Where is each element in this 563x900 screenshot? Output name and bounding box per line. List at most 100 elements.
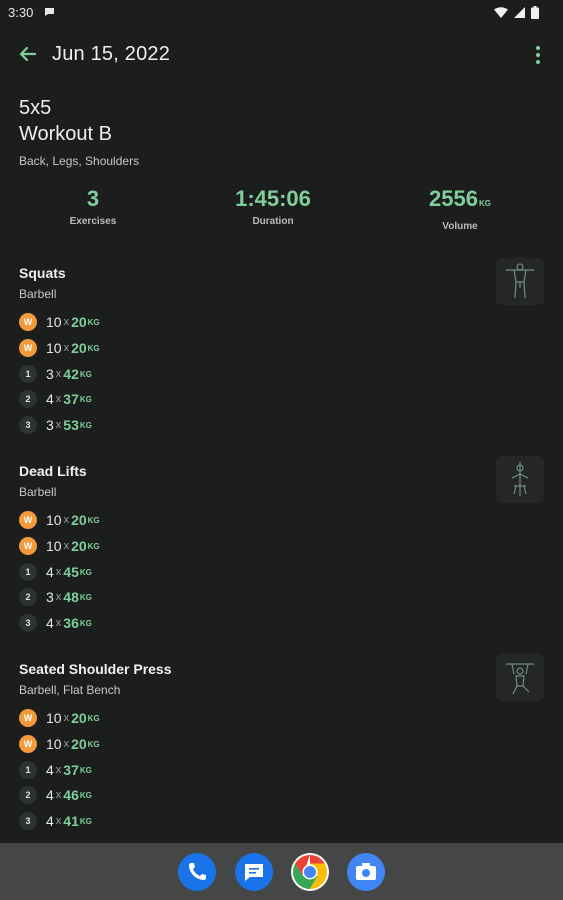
set-row: 2 3 x 48 KG — [19, 587, 92, 607]
set-reps: 10 — [46, 538, 62, 554]
set-reps: 10 — [46, 710, 62, 726]
set-reps: 10 — [46, 314, 62, 330]
weight-unit: KG — [79, 816, 92, 826]
set-reps: 3 — [46, 417, 54, 433]
squat-figure-icon — [506, 263, 534, 299]
times-sign: x — [55, 591, 62, 603]
times-sign: x — [55, 815, 62, 827]
weight-unit: KG — [79, 765, 92, 775]
weight-unit: KG — [87, 713, 100, 723]
times-sign: x — [55, 617, 62, 629]
set-reps: 10 — [46, 340, 62, 356]
set-number-badge: 2 — [19, 786, 37, 804]
weight-unit: KG — [87, 343, 100, 353]
set-reps: 10 — [46, 512, 62, 528]
set-number-badge: 1 — [19, 563, 37, 581]
stat-duration: 1:45:06 Duration — [198, 186, 348, 227]
weight-unit: KG — [87, 317, 100, 327]
weight-unit: KG — [79, 618, 92, 628]
set-reps: 3 — [46, 589, 54, 605]
weight-unit: KG — [79, 567, 92, 577]
stat-volume-unit: KG — [478, 199, 491, 208]
set-row: 2 4 x 46 KG — [19, 785, 92, 805]
times-sign: x — [55, 789, 62, 801]
weight-unit: KG — [87, 515, 100, 525]
set-weight: 20 — [71, 340, 87, 356]
set-weight: 37 — [63, 762, 79, 778]
set-row: W 10 x 20 KG — [19, 312, 100, 332]
exercise-name: Seated Shoulder Press — [19, 661, 172, 677]
stat-exercises: 3 Exercises — [18, 186, 168, 227]
times-sign: x — [55, 419, 62, 431]
set-row: W 10 x 20 KG — [19, 510, 100, 530]
warmup-badge: W — [19, 735, 37, 753]
chrome-icon[interactable] — [291, 853, 329, 891]
set-reps: 4 — [46, 564, 54, 580]
times-sign: x — [55, 764, 62, 776]
exercise-thumbnail[interactable] — [496, 456, 544, 503]
times-sign: x — [55, 566, 62, 578]
set-weight: 53 — [63, 417, 79, 433]
page-title: Jun 15, 2022 — [52, 43, 171, 65]
set-reps: 4 — [46, 813, 54, 829]
weight-unit: KG — [79, 790, 92, 800]
set-weight: 20 — [71, 538, 87, 554]
times-sign: x — [63, 540, 70, 552]
times-sign: x — [63, 712, 70, 724]
deadlift-figure-icon — [511, 462, 529, 496]
set-row: W 10 x 20 KG — [19, 708, 100, 728]
warmup-badge: W — [19, 313, 37, 331]
battery-icon — [531, 6, 539, 19]
exercise-thumbnail[interactable] — [496, 654, 544, 701]
camera-icon[interactable] — [347, 853, 385, 891]
times-sign: x — [63, 738, 70, 750]
set-row: W 10 x 20 KG — [19, 338, 100, 358]
status-time: 3:30 — [8, 5, 34, 20]
set-number-badge: 2 — [19, 588, 37, 606]
messages-icon[interactable] — [235, 853, 273, 891]
signal-icon — [514, 7, 525, 18]
stat-exercises-label: Exercises — [69, 216, 117, 227]
set-row: W 10 x 20 KG — [19, 734, 100, 754]
set-reps: 10 — [46, 736, 62, 752]
set-weight: 37 — [63, 391, 79, 407]
exercise-name: Dead Lifts — [19, 463, 87, 479]
stat-volume: 2556KG Volume — [385, 186, 535, 232]
more-options-icon[interactable] — [531, 42, 545, 68]
set-row: 3 4 x 41 KG — [19, 811, 92, 831]
shoulder-press-figure-icon — [506, 663, 534, 695]
phone-icon[interactable] — [178, 853, 216, 891]
set-weight: 20 — [71, 512, 87, 528]
exercise-equipment: Barbell — [19, 287, 57, 301]
exercise-name: Squats — [19, 265, 66, 281]
back-arrow-icon[interactable] — [14, 40, 42, 68]
workout-muscles: Back, Legs, Shoulders — [19, 154, 140, 168]
set-weight: 20 — [71, 736, 87, 752]
stat-volume-value: 2556 — [429, 186, 478, 211]
set-reps: 3 — [46, 366, 54, 382]
set-reps: 4 — [46, 391, 54, 407]
exercise-equipment: Barbell, Flat Bench — [19, 683, 121, 697]
times-sign: x — [55, 368, 62, 380]
stat-volume-label: Volume — [442, 221, 478, 232]
set-number-badge: 3 — [19, 416, 37, 434]
set-number-badge: 3 — [19, 812, 37, 830]
set-row: 3 3 x 53 KG — [19, 415, 92, 435]
set-number-badge: 3 — [19, 614, 37, 632]
set-number-badge: 2 — [19, 390, 37, 408]
warmup-badge: W — [19, 339, 37, 357]
set-weight: 41 — [63, 813, 79, 829]
warmup-badge: W — [19, 537, 37, 555]
set-weight: 20 — [71, 314, 87, 330]
exercise-thumbnail[interactable] — [496, 258, 544, 305]
chat-notification-icon — [45, 8, 54, 16]
set-weight: 36 — [63, 615, 79, 631]
times-sign: x — [63, 514, 70, 526]
warmup-badge: W — [19, 709, 37, 727]
set-row: 3 4 x 36 KG — [19, 613, 92, 633]
weight-unit: KG — [87, 739, 100, 749]
weight-unit: KG — [87, 541, 100, 551]
set-row: W 10 x 20 KG — [19, 536, 100, 556]
set-weight: 46 — [63, 787, 79, 803]
wifi-icon — [494, 7, 508, 18]
